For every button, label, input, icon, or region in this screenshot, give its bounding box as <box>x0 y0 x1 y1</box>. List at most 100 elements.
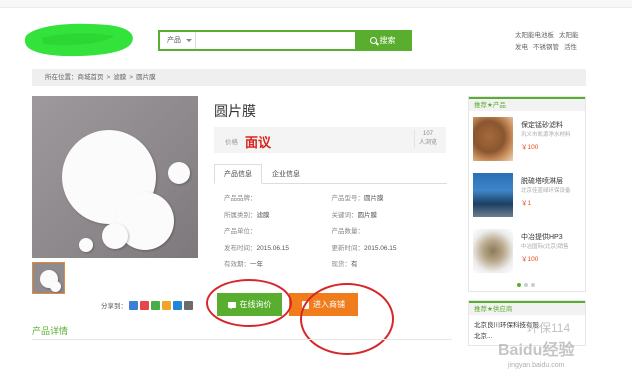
product-title: 圆片膜 <box>214 103 256 119</box>
attribute-row: 产品品牌： 产品型号：圆片膜 <box>224 192 439 209</box>
search-category-label: 产品 <box>167 37 181 44</box>
attribute-row: 所属类别：滤膜 关键词：圆片膜 <box>224 209 439 226</box>
share-wechat-icon[interactable] <box>151 300 160 310</box>
supplier-subline: 北京... <box>474 333 493 340</box>
carousel-dot-active[interactable] <box>517 283 521 287</box>
carousel-dot[interactable] <box>531 283 535 287</box>
recommended-product[interactable]: 脱硫塔喷淋层 北京佳蓝绿环保设备 ￥1 <box>473 173 585 217</box>
breadcrumb-prefix: 所在位置： <box>45 74 78 81</box>
view-count-number: 107 <box>422 131 433 137</box>
tab-company-info[interactable]: 企业信息 <box>262 164 310 184</box>
share-bar: 分享到： <box>101 300 193 310</box>
annotation-circle-shop <box>300 283 394 355</box>
product-main-image[interactable] <box>32 96 198 258</box>
view-count-label: 人浏览 <box>418 140 437 146</box>
recommended-suppliers-title: 推荐★供应商 <box>469 301 585 315</box>
attribute-key: 发布时间： <box>224 244 257 252</box>
watermark-brand: 环保114 <box>527 321 571 335</box>
attribute-value: 一年 <box>250 261 263 268</box>
attribute-value: 2015.06.15 <box>256 244 290 252</box>
product-thumbnail-image <box>473 173 513 217</box>
search-icon <box>369 37 377 44</box>
carousel-dot[interactable] <box>524 283 528 287</box>
watermark-site: Baidu经验 <box>498 342 575 359</box>
attribute-key: 产品品牌： <box>224 195 257 202</box>
recommended-product[interactable]: 保定锰砂滤料 巩义市凯源净水材料 ￥100 <box>473 117 585 161</box>
product-thumbnail-image <box>473 229 513 273</box>
recommended-product-name: 保定锰砂滤料 <box>521 122 563 129</box>
hot-keywords: 太阳能电池板 太阳能 发电 不锈钢管 活性 <box>515 30 587 54</box>
filter-disc-small <box>168 162 190 184</box>
search-button[interactable]: 搜索 <box>355 32 410 49</box>
watermark-url: jingyan.baidu.com <box>508 362 565 369</box>
share-label: 分享到： <box>101 303 127 310</box>
product-tabs: 产品信息 企业信息 <box>214 164 447 184</box>
recommended-product-company: 北京佳蓝绿环保设备 <box>521 188 571 194</box>
carousel-dots <box>517 283 535 287</box>
chevron-down-icon <box>186 39 192 42</box>
annotation-circle-inquiry <box>206 279 292 327</box>
attribute-key: 产品数量： <box>331 228 365 235</box>
price-value: 面议 <box>245 135 272 150</box>
filter-disc-thumb <box>50 281 61 292</box>
top-utility-bar <box>0 0 632 8</box>
product-thumbnail-image <box>473 117 513 161</box>
attribute-row: 有效期：一年 现货：有 <box>224 258 439 275</box>
breadcrumb-separator: > <box>129 74 134 81</box>
recommended-products-panel: 推荐★产品 保定锰砂滤料 巩义市凯源净水材料 ￥100 脱硫塔喷淋层 北京佳蓝绿… <box>468 96 586 292</box>
recommended-product-price: ￥100 <box>521 256 539 263</box>
attribute-value: 有 <box>351 261 358 268</box>
price-panel: 价格 面议 107 人浏览 <box>214 127 446 153</box>
search-input[interactable] <box>196 32 355 49</box>
site-logo[interactable] <box>22 20 140 62</box>
recommended-product-company: 中冶国际(北京)销售 <box>521 244 569 250</box>
filter-disc-small <box>102 223 128 249</box>
hot-keyword[interactable]: 活性 <box>564 44 577 51</box>
recommended-product-price: ￥1 <box>521 200 532 207</box>
attribute-value: 2015.06.15 <box>364 244 397 252</box>
search-category-select[interactable]: 产品 <box>160 32 196 49</box>
share-tencent-icon[interactable] <box>173 300 182 310</box>
attribute-key: 关键词： <box>331 211 358 219</box>
breadcrumb-category[interactable]: 滤膜 <box>113 74 126 81</box>
divider <box>32 339 452 340</box>
search-bar: 产品 搜索 <box>158 30 412 51</box>
attribute-row: 产品单位： 产品数量： <box>224 225 439 242</box>
attribute-key: 现货： <box>331 261 352 268</box>
view-count: 107 人浏览 <box>414 130 438 148</box>
price-label: 价格 <box>225 139 238 146</box>
share-qq-icon[interactable] <box>162 300 171 310</box>
tab-product-info[interactable]: 产品信息 <box>214 164 262 184</box>
recommended-product[interactable]: 中冶提供HP3 中冶国际(北京)销售 ￥100 <box>473 229 585 273</box>
attribute-row: 发布时间：2015.06.15 更新时间：2015.06.15 <box>224 242 439 259</box>
hot-keyword[interactable]: 不锈钢管 <box>533 44 559 51</box>
breadcrumb: 所在位置：商城首页 > 滤膜 > 圆片膜 <box>32 69 586 86</box>
share-weibo-icon[interactable] <box>140 300 149 310</box>
recommended-product-company: 巩义市凯源净水材料 <box>521 132 571 138</box>
recommended-product-name: 脱硫塔喷淋层 <box>521 178 563 185</box>
recommended-products-title: 推荐★产品 <box>469 97 585 111</box>
attribute-key: 产品型号： <box>331 195 365 202</box>
recommended-product-price: ￥100 <box>521 144 539 151</box>
attribute-key: 有效期： <box>224 261 250 268</box>
product-thumbnail[interactable] <box>32 262 65 294</box>
filter-disc-tiny <box>79 238 93 252</box>
attribute-key: 所属类别： <box>224 211 257 219</box>
hot-keyword[interactable]: 发电 <box>515 44 528 51</box>
attribute-key: 产品单位： <box>224 228 257 235</box>
attribute-value: 圆片膜 <box>364 195 384 202</box>
share-more-icon[interactable] <box>184 300 193 310</box>
hot-keyword[interactable]: 太阳能电池板 <box>515 32 554 39</box>
share-qzone-icon[interactable] <box>129 300 138 310</box>
attribute-value: 滤膜 <box>256 211 270 219</box>
product-detail-heading: 产品详情 <box>32 326 69 336</box>
attribute-value: 圆片膜 <box>357 211 378 219</box>
breadcrumb-home[interactable]: 商城首页 <box>78 74 104 81</box>
breadcrumb-current: 圆片膜 <box>136 74 156 81</box>
recommended-product-name: 中冶提供HP3 <box>521 234 563 241</box>
search-button-label: 搜索 <box>379 36 396 45</box>
attribute-key: 更新时间： <box>331 244 365 252</box>
hot-keyword[interactable]: 太阳能 <box>559 32 579 39</box>
product-attributes: 产品品牌： 产品型号：圆片膜 所属类别：滤膜 关键词：圆片膜 产品单位： 产品数… <box>224 192 439 275</box>
breadcrumb-separator: > <box>106 74 111 81</box>
